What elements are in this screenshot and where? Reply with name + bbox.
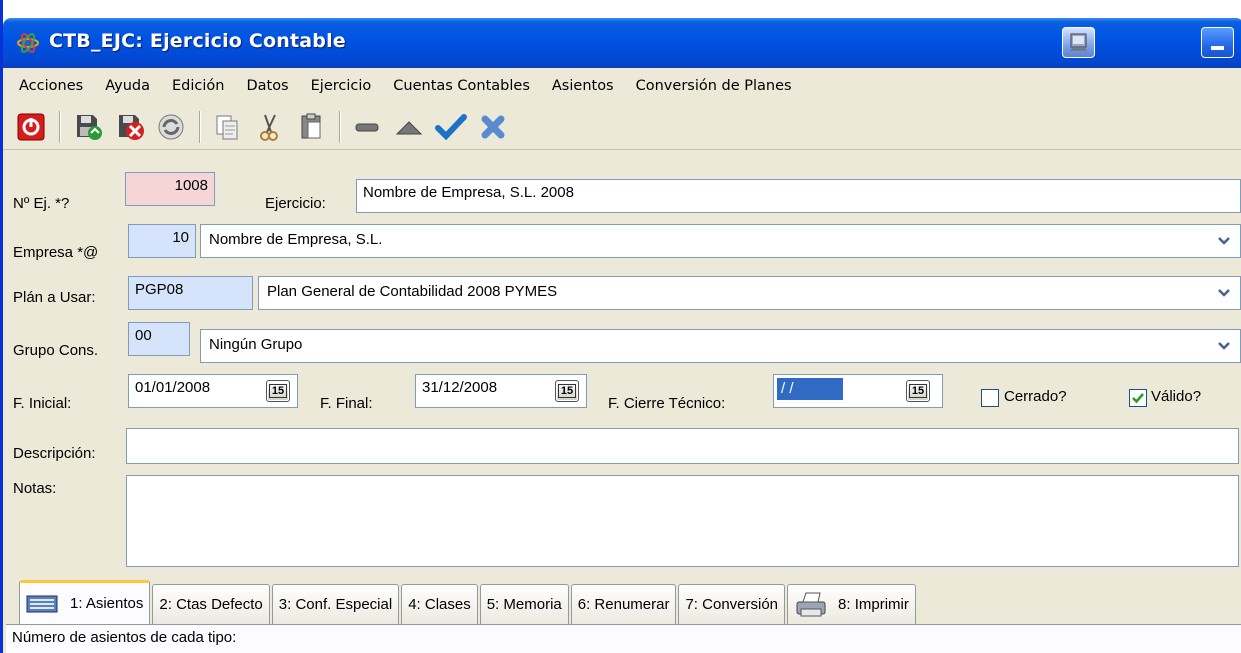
window-title: CTB_EJC: Ejercicio Contable	[49, 30, 346, 52]
num-ej-field[interactable]: 1008	[125, 172, 215, 206]
power-icon[interactable]	[13, 109, 49, 145]
grupo-code-field[interactable]: 00	[128, 322, 190, 356]
tab-clases[interactable]: 4: Clases	[401, 584, 478, 624]
menu-conversion-planes[interactable]: Conversión de Planes	[636, 78, 792, 94]
chevron-down-icon[interactable]	[1210, 227, 1238, 255]
title-bar[interactable]: CTB_EJC: Ejercicio Contable	[3, 18, 1241, 68]
grupo-label: Grupo Cons.	[13, 342, 99, 359]
form-area: Nº Ej. *? 1008 Ejercicio: Nombre de Empr…	[3, 152, 1241, 577]
plan-combo[interactable]: Plan General de Contabilidad 2008 PYMES	[258, 276, 1241, 310]
num-ej-label: Nº Ej. *?	[13, 195, 70, 212]
tab-renumerar[interactable]: 6: Renumerar	[570, 584, 677, 624]
cerrado-label: Cerrado?	[1004, 388, 1067, 405]
keyboard-icon	[26, 595, 58, 612]
valido-checkbox[interactable]	[1129, 389, 1147, 407]
tab-label: 7: Conversión	[685, 596, 779, 613]
cancel-x-icon[interactable]	[475, 109, 511, 145]
menu-acciones[interactable]: Acciones	[19, 78, 83, 94]
plan-name: Plan General de Contabilidad 2008 PYMES	[267, 283, 558, 300]
menu-asientos[interactable]: Asientos	[552, 78, 614, 94]
menu-edicion[interactable]: Edición	[172, 78, 224, 94]
grupo-combo[interactable]: Ningún Grupo	[200, 329, 1241, 363]
tab-label: 2: Ctas Defecto	[159, 596, 263, 613]
menu-cuentas-contables[interactable]: Cuentas Contables	[393, 78, 530, 94]
minus-icon[interactable]	[349, 109, 385, 145]
tab-label: 8: Imprimir	[838, 596, 909, 613]
empresa-code-field[interactable]: 10	[128, 224, 196, 258]
grupo-name: Ningún Grupo	[209, 336, 303, 353]
copy-icon[interactable]	[209, 109, 245, 145]
tab-label: 1: Asientos	[70, 595, 144, 612]
cerrado-checkbox[interactable]	[981, 389, 999, 407]
tab-memoria[interactable]: 5: Memoria	[479, 584, 569, 624]
tab-label: 6: Renumerar	[577, 596, 670, 613]
calendar-icon-text: 15	[557, 384, 577, 398]
f-final-label: F. Final:	[320, 395, 373, 412]
tab-imprimir[interactable]: 8: Imprimir	[787, 584, 916, 624]
tab-label: 5: Memoria	[486, 596, 562, 613]
toolbar-separator	[199, 110, 201, 143]
check-icon[interactable]	[433, 109, 469, 145]
tab-label: 3: Conf. Especial	[278, 596, 393, 613]
descripcion-field[interactable]	[126, 428, 1239, 464]
tab-panel: Número de asientos de cada tipo:	[6, 624, 1241, 653]
calendar-icon[interactable]: 15	[555, 380, 579, 402]
menu-datos[interactable]: Datos	[246, 78, 288, 94]
tab-label: 4: Clases	[408, 596, 471, 613]
toolbar-separator	[339, 110, 341, 143]
empresa-combo[interactable]: Nombre de Empresa, S.L.	[200, 224, 1241, 258]
tab-panel-heading: Número de asientos de cada tipo:	[12, 629, 237, 646]
calendar-icon-text: 15	[268, 384, 288, 398]
toolbar-separator	[59, 110, 61, 143]
f-cierre-value: / /	[777, 378, 843, 400]
printer-icon	[796, 592, 826, 616]
save-icon[interactable]	[69, 109, 105, 145]
notas-textarea[interactable]	[126, 475, 1239, 567]
chevron-down-icon[interactable]	[1210, 332, 1238, 360]
calendar-icon[interactable]: 15	[906, 380, 930, 402]
menu-ejercicio[interactable]: Ejercicio	[311, 78, 372, 94]
screen-icon[interactable]	[1062, 27, 1095, 58]
valido-label: Válido?	[1151, 388, 1202, 405]
refresh-icon[interactable]	[153, 109, 189, 145]
empresa-label: Empresa *@	[13, 244, 99, 261]
calendar-icon[interactable]: 15	[266, 380, 290, 402]
plan-code-field[interactable]: PGP08	[128, 276, 253, 310]
tab-ctas-defecto[interactable]: 2: Ctas Defecto	[152, 584, 270, 624]
title-bar-area: CTB_EJC: Ejercicio Contable	[3, 0, 1241, 68]
chevron-down-icon[interactable]	[1210, 279, 1238, 307]
notas-label: Notas:	[13, 480, 57, 497]
tab-conf-especial[interactable]: 3: Conf. Especial	[271, 584, 400, 624]
tab-conversion[interactable]: 7: Conversión	[678, 584, 786, 624]
f-cierre-label: F. Cierre Técnico:	[608, 395, 726, 412]
minimize-button[interactable]	[1201, 27, 1234, 58]
cut-icon[interactable]	[251, 109, 287, 145]
main-window: CTB_EJC: Ejercicio Contable Acciones Ayu…	[0, 0, 1241, 653]
checkmark-icon	[1132, 393, 1144, 404]
ejercicio-field[interactable]: Nombre de Empresa, S.L. 2008	[356, 179, 1241, 213]
f-final-value: 31/12/2008	[422, 379, 498, 396]
atom-icon	[17, 33, 39, 53]
f-inicial-label: F. Inicial:	[13, 395, 72, 412]
empresa-name: Nombre de Empresa, S.L.	[209, 231, 383, 248]
tab-asientos[interactable]: 1: Asientos	[19, 580, 151, 624]
toolbar	[3, 104, 1241, 150]
menu-ayuda[interactable]: Ayuda	[105, 78, 150, 94]
calendar-icon-text: 15	[908, 384, 928, 398]
up-triangle-icon[interactable]	[391, 109, 427, 145]
paste-icon[interactable]	[293, 109, 329, 145]
tab-strip: 1: Asientos 2: Ctas Defecto 3: Conf. Esp…	[19, 580, 918, 624]
menu-bar: Acciones Ayuda Edición Datos Ejercicio C…	[3, 68, 1241, 104]
f-inicial-value: 01/01/2008	[135, 379, 211, 396]
descripcion-label: Descripción:	[13, 445, 96, 462]
delete-icon[interactable]	[111, 109, 147, 145]
ejercicio-label: Ejercicio:	[265, 195, 326, 212]
plan-label: Plán a Usar:	[13, 289, 96, 306]
